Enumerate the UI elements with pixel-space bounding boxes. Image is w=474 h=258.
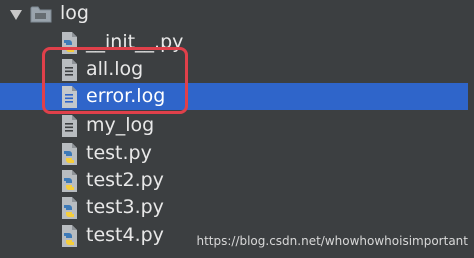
- python-file-icon: [62, 170, 77, 192]
- tree-item-error-log[interactable]: error.log: [0, 83, 468, 110]
- python-file-icon: [62, 225, 77, 247]
- file-label: all.log: [86, 58, 144, 80]
- tree-item-my-log[interactable]: my_log: [0, 112, 474, 139]
- tree-item-all-log[interactable]: all.log: [0, 56, 474, 83]
- folder-label: log: [60, 2, 89, 24]
- tree-item-test-py[interactable]: test.py: [0, 140, 474, 167]
- text-file-icon: [62, 115, 77, 137]
- watermark-text: https://blog.csdn.net/whowhowhoisimporta…: [196, 234, 468, 248]
- file-label: error.log: [86, 85, 166, 107]
- text-file-icon: [62, 59, 77, 81]
- tree-item-test3-py[interactable]: test3.py: [0, 194, 474, 221]
- file-label: test2.py: [86, 169, 164, 191]
- python-file-icon: [62, 197, 77, 219]
- scrollbar-track[interactable]: [468, 0, 474, 258]
- file-label: test3.py: [86, 196, 164, 218]
- file-label: test.py: [86, 142, 152, 164]
- file-label: test4.py: [86, 224, 164, 246]
- expand-triangle-icon[interactable]: [8, 7, 24, 23]
- file-label: my_log: [86, 114, 155, 136]
- python-file-icon: [62, 143, 77, 165]
- file-label: __init__.py: [86, 31, 184, 53]
- project-tree: log __init__.py all.log error.log my_log…: [0, 0, 474, 258]
- tree-folder-log[interactable]: log: [0, 0, 474, 27]
- tree-item-init-py[interactable]: __init__.py: [0, 29, 474, 56]
- tree-item-test2-py[interactable]: test2.py: [0, 167, 474, 194]
- python-file-icon: [62, 32, 77, 54]
- folder-icon: [30, 6, 52, 23]
- text-file-icon: [62, 86, 77, 108]
